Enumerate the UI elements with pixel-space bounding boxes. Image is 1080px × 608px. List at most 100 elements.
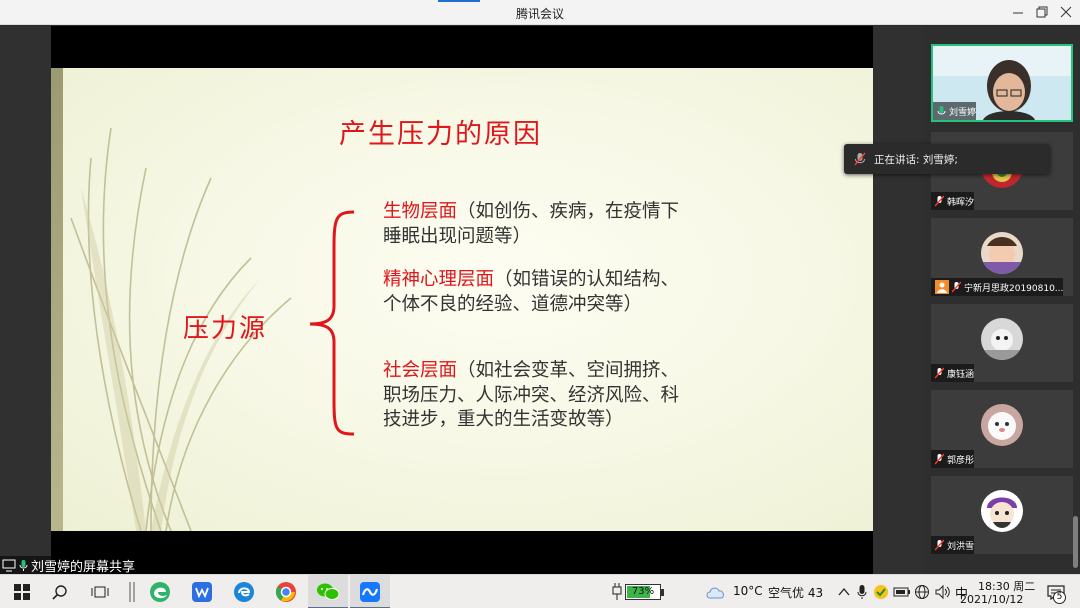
windows-taskbar: 73% 10°C 空气优 43 中 18:30 周二 2021/10/12 5 [0, 574, 1080, 608]
restore-button[interactable] [1032, 2, 1052, 22]
notification-count-badge: 5 [1053, 591, 1066, 604]
screen-share-owner: 刘雪婷的屏幕共享 [31, 559, 136, 575]
shared-screen: 产生压力的原因 压力源 生物层面（如创伤、疾病，在疫情下睡眠出现问题等） 精神心… [51, 26, 873, 574]
title-accent [438, 0, 480, 2]
avatar-image [981, 404, 1023, 446]
participant-name-bar: 刘雪婷 [933, 102, 977, 120]
battery-nub [661, 589, 664, 596]
screen-share-icon [2, 559, 16, 571]
participant-tile[interactable]: 康钰涵 [931, 304, 1073, 382]
taskbar-app-edge[interactable] [148, 580, 172, 604]
cause-item-biological: 生物层面（如创伤、疾病，在疫情下睡眠出现问题等） [383, 200, 683, 249]
minimize-icon [1013, 12, 1023, 14]
avatar-image [981, 232, 1023, 274]
avatar [981, 490, 1023, 532]
tencent-meeting-icon [360, 582, 380, 602]
microphone-muted-icon [935, 453, 944, 465]
avatar-image [981, 318, 1023, 360]
chrome-icon [275, 582, 296, 602]
microphone-icon [19, 559, 28, 571]
taskbar-app-wechat[interactable] [316, 580, 340, 604]
user-badge-icon [935, 280, 949, 294]
participant-name: 宁新月思政20190810... [964, 283, 1064, 294]
start-button[interactable] [10, 580, 34, 604]
microphone-tray-icon [857, 585, 867, 599]
participant-name-bar: 康钰涵 [931, 364, 975, 382]
pinned-divider [120, 580, 144, 604]
participant-tile[interactable]: 郭彦彤 [931, 390, 1073, 468]
search-button[interactable] [48, 580, 72, 604]
security-app-icon [874, 585, 888, 599]
restore-icon [1036, 6, 1048, 18]
close-button[interactable] [1056, 2, 1076, 22]
task-view-icon [91, 586, 109, 598]
speaking-text: 正在讲话: 刘雪婷; [874, 153, 958, 166]
participant-name: 韩晖汐 [947, 197, 975, 208]
divider-icon [129, 582, 135, 602]
microphone-on-icon [937, 106, 946, 115]
tray-volume[interactable] [930, 580, 954, 604]
task-view-button[interactable] [88, 580, 112, 604]
taskbar-app-chrome[interactable] [274, 580, 298, 604]
speaking-indicator-tooltip: 正在讲话: 刘雪婷; [844, 144, 1050, 174]
clock-date[interactable]: 2021/10/12 [960, 593, 1023, 606]
cause-item-highlight: 生物层面 [383, 201, 458, 222]
taskbar-app-ie[interactable] [232, 580, 256, 604]
participant-name-bar: 郭彦彤 [931, 450, 975, 468]
participant-scrollbar[interactable] [1073, 516, 1078, 568]
participant-tile[interactable]: 宁新月思政20190810... [931, 218, 1073, 296]
microphone-muted-icon [952, 281, 961, 293]
participant-tile[interactable]: 刘洪雪 [931, 476, 1073, 554]
participant-name: 郭彦彤 [947, 455, 975, 466]
avatar [981, 318, 1023, 360]
screen-share-label: 刘雪婷的屏幕共享 [0, 556, 142, 575]
wps-office-icon [192, 582, 212, 602]
wechat-icon [317, 583, 340, 600]
clock-time[interactable]: 18:30 周二 [978, 578, 1035, 594]
window-title: 腾讯会议 [515, 7, 564, 21]
power-plug-icon [612, 583, 622, 600]
battery-percent: 73% [631, 586, 655, 597]
participant-name: 刘雪婷 [949, 107, 977, 118]
participant-name-bar: 韩晖汐 [931, 192, 975, 210]
ie-browser-icon [234, 582, 254, 602]
participant-name: 康钰涵 [947, 369, 975, 380]
window-title-bar: 腾讯会议 [0, 0, 1080, 25]
weather-temperature[interactable]: 10°C [733, 584, 763, 598]
participant-tile[interactable]: 刘雪婷 [931, 44, 1073, 122]
participant-name: 刘洪雪 [947, 541, 975, 552]
cause-item-highlight: 精神心理层面 [383, 269, 495, 290]
avatar [981, 232, 1023, 274]
presentation-slide: 产生压力的原因 压力源 生物层面（如创伤、疾病，在疫情下睡眠出现问题等） 精神心… [51, 68, 873, 531]
globe-network-icon [915, 585, 929, 599]
speaking-microphone-icon [854, 152, 866, 166]
slide-title: 产生压力的原因 [339, 119, 542, 150]
cause-item-highlight: 社会层面 [383, 360, 458, 381]
speaker-volume-icon [935, 584, 950, 600]
battery-tray-icon [893, 587, 910, 597]
edge-browser-icon [150, 582, 170, 602]
taskbar-app-tencent-meeting[interactable] [358, 580, 382, 604]
microphone-muted-icon [935, 367, 944, 379]
microphone-muted-icon [935, 539, 944, 551]
participant-name-bar: 宁新月思政20190810... [931, 278, 1064, 296]
chevron-up-icon [838, 587, 850, 596]
minimize-button[interactable] [1008, 2, 1028, 22]
avatar [981, 404, 1023, 446]
search-icon [52, 585, 67, 600]
cloud-weather-icon [706, 587, 724, 599]
stressor-label: 压力源 [183, 314, 268, 344]
air-quality[interactable]: 空气优 43 [768, 584, 823, 601]
taskbar-app-wps[interactable] [190, 580, 214, 604]
meeting-area: 产生压力的原因 压力源 生物层面（如创伤、疾病，在疫情下睡眠出现问题等） 精神心… [0, 26, 1080, 575]
battery-indicator[interactable]: 73% [625, 584, 664, 600]
cause-item-psychological: 精神心理层面（如错误的认知结构、个体不良的经验、道德冲突等） [383, 268, 683, 317]
microphone-muted-icon [935, 195, 944, 207]
curly-brace [309, 210, 355, 436]
windows-logo-icon [14, 584, 30, 600]
screen-share-area: 产生压力的原因 压力源 生物层面（如创伤、疾病，在疫情下睡眠出现问题等） 精神心… [0, 26, 924, 575]
close-icon [1060, 6, 1072, 18]
participant-list: 刘雪婷 韩晖汐 宁新月思政20190810... 康钰涵 郭彦彤 刘洪雪 [931, 44, 1073, 564]
weather-button[interactable] [704, 580, 728, 604]
avatar-image [981, 490, 1023, 532]
